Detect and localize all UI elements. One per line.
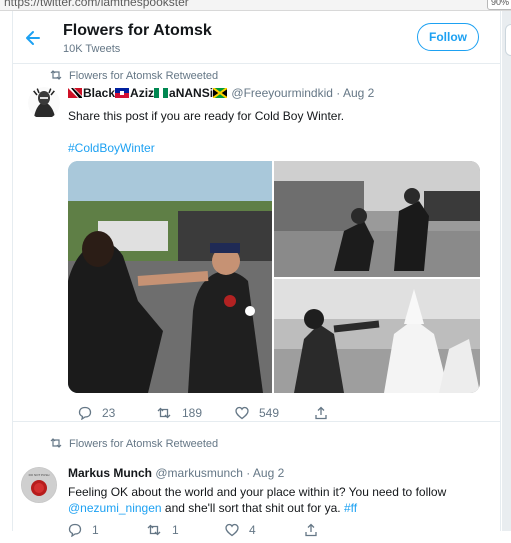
- flag-haiti-icon: [115, 88, 130, 98]
- reply-count: 1: [92, 523, 99, 537]
- like-count: 549: [259, 406, 280, 420]
- reply-count: 23: [102, 406, 116, 420]
- tweet-hashtag-line: #ColdBoyWinter: [68, 140, 488, 156]
- separator-dot: ·: [336, 86, 341, 100]
- hashtag-link[interactable]: #ColdBoyWinter: [68, 141, 155, 155]
- heart-icon: [235, 406, 249, 420]
- profile-timeline-column: Flowers for Atomsk 10K Tweets Follow Flo…: [12, 11, 501, 538]
- right-sidebar: [502, 11, 511, 531]
- avatar-label: DO NOT PUSH: [28, 473, 50, 477]
- retweet-icon: [147, 524, 161, 536]
- retweeted-indicator: Flowers for Atomsk Retweeted: [49, 437, 218, 450]
- avatar[interactable]: DO NOT PUSH: [21, 467, 57, 503]
- retweet-icon: [157, 407, 171, 419]
- author-name-part[interactable]: aNANSi: [169, 86, 213, 100]
- share-button[interactable]: [314, 406, 338, 420]
- arrow-left-icon: [26, 31, 40, 45]
- tweet[interactable]: Flowers for Atomsk Retweeted Black Aziz …: [13, 63, 500, 422]
- share-icon: [315, 406, 327, 420]
- tweet-text-line: Feeling OK about the world and your plac…: [68, 485, 447, 499]
- tweet-actions: 23 189 549: [78, 406, 378, 424]
- retweet-icon: [50, 70, 62, 80]
- tweet[interactable]: Flowers for Atomsk Retweeted DO NOT PUSH…: [13, 433, 500, 543]
- tweet-author-line: Markus Munch @markusmunch · Aug 2: [68, 466, 284, 480]
- media-photo-main[interactable]: [68, 161, 272, 393]
- tweet-text: Feeling OK about the world and your plac…: [68, 484, 488, 516]
- flag-jamaica-icon: [213, 88, 228, 98]
- browser-url[interactable]: https://twitter.com/iamthespookster: [4, 0, 189, 9]
- avatar-image: [28, 87, 60, 119]
- author-name[interactable]: Markus Munch: [68, 466, 152, 480]
- profile-header: Flowers for Atomsk 10K Tweets Follow: [13, 11, 500, 64]
- tweet-media-grid[interactable]: [68, 161, 480, 393]
- separator-dot: ·: [246, 466, 251, 480]
- right-sidebar-card: [505, 24, 511, 56]
- tweet-text: Share this post if you are ready for Col…: [68, 109, 345, 123]
- retweet-button[interactable]: 189: [156, 406, 202, 420]
- hashtag-link[interactable]: #ff: [344, 501, 357, 515]
- like-button[interactable]: 549: [235, 406, 279, 420]
- follow-button[interactable]: Follow: [417, 23, 479, 51]
- flag-nigeria-icon: [154, 88, 169, 98]
- tweet-text-rest: and she'll sort that shit out for ya.: [161, 501, 344, 515]
- like-button[interactable]: 4: [225, 523, 256, 537]
- author-handle[interactable]: @markusmunch: [155, 466, 243, 480]
- tweet-actions: 1 1 4: [68, 523, 368, 541]
- share-button[interactable]: [304, 523, 328, 537]
- reply-icon: [78, 406, 92, 421]
- retweet-button[interactable]: 1: [146, 523, 179, 537]
- reply-button[interactable]: 1: [68, 523, 99, 538]
- retweeted-label: Flowers for Atomsk Retweeted: [69, 70, 219, 82]
- zoom-indicator[interactable]: 90%: [486, 0, 511, 10]
- tweet-count: 10K Tweets: [63, 43, 121, 55]
- author-handle[interactable]: @Freeyourmindkid: [231, 86, 333, 100]
- media-photo-top-right[interactable]: [274, 161, 480, 277]
- retweet-icon: [50, 438, 62, 448]
- reply-button[interactable]: 23: [78, 406, 116, 421]
- avatar[interactable]: [28, 87, 60, 119]
- media-photo-bottom-right[interactable]: [274, 279, 480, 393]
- author-name-part[interactable]: Aziz: [130, 86, 154, 100]
- heart-icon: [225, 523, 239, 537]
- reply-icon: [68, 523, 82, 538]
- share-icon: [305, 523, 317, 537]
- tweet-author-line: Black Aziz aNANSi @Freeyourmindkid · Aug…: [68, 86, 374, 100]
- retweet-count: 1: [172, 523, 179, 537]
- like-count: 4: [249, 523, 256, 537]
- tweet-date[interactable]: Aug 2: [343, 86, 374, 100]
- flag-trinidad-icon: [68, 88, 82, 98]
- tweet-date[interactable]: Aug 2: [253, 466, 284, 480]
- retweeted-indicator: Flowers for Atomsk Retweeted: [49, 69, 218, 82]
- browser-address-bar[interactable]: https://twitter.com/iamthespookster 90%: [0, 0, 511, 11]
- mention-link[interactable]: @nezumi_ningen: [68, 501, 162, 515]
- retweet-count: 189: [182, 406, 203, 420]
- author-name-part[interactable]: Black: [83, 86, 115, 100]
- back-button[interactable]: [23, 28, 43, 48]
- profile-name-title: Flowers for Atomsk: [63, 22, 212, 39]
- retweeted-label: Flowers for Atomsk Retweeted: [69, 438, 219, 450]
